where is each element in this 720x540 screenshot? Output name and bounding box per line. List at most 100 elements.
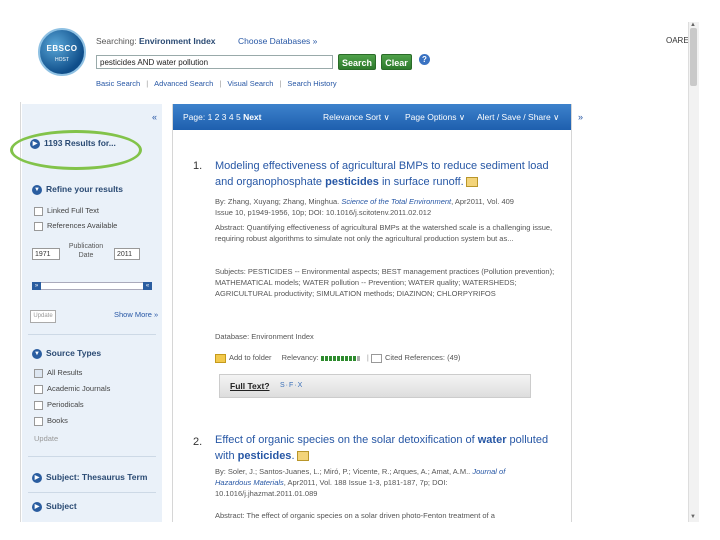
page-label: Page: (183, 112, 206, 122)
expand-arrow-icon: ▶ (32, 501, 42, 512)
slider-end-handle[interactable]: « (143, 282, 152, 290)
checkbox[interactable] (34, 384, 43, 394)
title-highlight: pesticides (237, 450, 292, 462)
scroll-up-arrow-icon[interactable]: ▲ (690, 22, 696, 28)
full-text-link-button[interactable]: Full Text? S·F·X (219, 374, 531, 398)
source-type-books[interactable]: Books (34, 416, 68, 426)
link-separator: | (219, 79, 222, 88)
search-mode-links: Basic Search | Advanced Search | Visual Sear… (96, 79, 343, 88)
thesaurus-term-facet[interactable]: ▶ Subject: Thesaurus Term (32, 472, 147, 483)
result-number: 2. (193, 436, 203, 448)
result-title[interactable]: Modeling effectiveness of agricultural B… (215, 158, 555, 190)
page-options-dropdown[interactable]: Page Options ∨ (405, 112, 465, 123)
publication-date-label: Publication Date (68, 243, 104, 259)
journal-link[interactable]: Science of the Total Environment (341, 197, 451, 206)
limiter-linked-full-text[interactable]: Linked Full Text (34, 206, 99, 216)
checkbox[interactable] (34, 416, 43, 426)
search-button[interactable]: Search (338, 54, 376, 70)
show-more-link[interactable]: Show More » (114, 310, 158, 319)
result-subjects: Subjects: PESTICIDES -- Environmental as… (215, 267, 555, 298)
title-text: with (215, 450, 238, 462)
slider-start-handle[interactable]: » (32, 282, 41, 290)
vertical-scrollbar[interactable]: ▲ ▼ (688, 22, 699, 522)
scroll-down-arrow-icon[interactable]: ▼ (690, 514, 696, 520)
help-icon[interactable]: ? (419, 54, 430, 65)
authors: By: Zhang, Xuyang; Zhang, Minghua. (215, 197, 342, 206)
advanced-search-link[interactable]: Advanced Search (154, 79, 213, 88)
thesaurus-label: Subject: Thesaurus Term (46, 472, 148, 482)
result-citation: By: Zhang, Xuyang; Zhang, Minghua. Scien… (215, 196, 555, 218)
visual-search-link[interactable]: Visual Search (227, 79, 273, 88)
institution-label: OARE (666, 36, 689, 45)
page-numbers[interactable]: 1 2 3 4 5 (208, 112, 241, 122)
journal-link[interactable]: Hazardous Materials (215, 478, 284, 487)
preview-magnifier-icon[interactable] (465, 177, 478, 188)
refine-heading[interactable]: ▼ Refine your results (32, 184, 123, 195)
database-name: Environment Index (139, 36, 216, 46)
header: EBSCO HOST Searching: Environment Index … (20, 20, 689, 102)
checkbox[interactable] (34, 221, 43, 231)
alert-save-share-dropdown[interactable]: Alert / Save / Share ∨ (477, 112, 559, 123)
title-text: Effect of organic species on the solar d… (215, 434, 478, 446)
results-list: Page: 1 2 3 4 5 Next Relevance Sort ∨ Pa… (172, 104, 572, 522)
result-number: 1. (193, 160, 203, 172)
result-actions: Add to folder Relevancy: | Cited Referen… (215, 353, 460, 363)
divider (28, 492, 156, 493)
date-from-input[interactable]: 1971 (32, 248, 60, 260)
date-range-slider[interactable]: » « (32, 282, 152, 290)
logo-subtext: HOST (55, 57, 69, 63)
checkbox-checked[interactable] (34, 368, 43, 378)
cited-references-link[interactable]: Cited References: (49) (385, 353, 460, 362)
journal-link[interactable]: Journal of (472, 467, 505, 476)
searching-prefix: Searching: (96, 36, 137, 46)
source-types-heading[interactable]: ▼ Source Types (32, 348, 101, 359)
choose-databases-link[interactable]: Choose Databases » (238, 36, 317, 46)
add-to-folder-link[interactable]: Add to folder (229, 353, 272, 362)
source-types-label: Source Types (46, 348, 102, 358)
title-text: in surface runoff. (378, 176, 464, 188)
scrollbar-thumb[interactable] (690, 28, 697, 86)
search-input[interactable]: pesticides AND water pollution (96, 55, 333, 69)
collapse-sidebar-button[interactable]: « (152, 112, 157, 122)
browser-page: EBSCO HOST Searching: Environment Index … (0, 0, 720, 540)
refine-heading-label: Refine your results (46, 184, 123, 194)
clear-button[interactable]: Clear (381, 54, 412, 70)
relevancy-label: Relevancy: (281, 353, 319, 362)
limiter-references-available[interactable]: References Available (34, 221, 117, 231)
next-page-link[interactable]: Next (243, 112, 261, 122)
ebsco-logo[interactable]: EBSCO HOST (38, 28, 86, 76)
relevance-sort-dropdown[interactable]: Relevance Sort ∨ (323, 112, 390, 123)
pagination: Page: 1 2 3 4 5 Next (183, 112, 262, 122)
source-type-academic-journals[interactable]: Academic Journals (34, 384, 110, 394)
result-abstract: Abstract: Quantifying effectiveness of a… (215, 223, 553, 243)
result-abstract: Abstract: The effect of organic species … (215, 511, 495, 520)
cited-references-icon (370, 353, 382, 363)
citation-text: , Apr2011, Vol. 188 Issue 1-3, p181-187,… (283, 478, 448, 487)
citation-text: 10.1016/j.jhazmat.2011.01.089 (215, 489, 318, 498)
sfx-logo: S·F·X (280, 382, 304, 389)
checkbox[interactable] (34, 400, 43, 410)
source-type-all-results[interactable]: All Results (34, 368, 82, 378)
link-separator: | (279, 79, 282, 88)
source-type-label: All Results (47, 368, 83, 377)
source-update-button[interactable]: Update (34, 434, 58, 443)
preview-magnifier-icon[interactable] (296, 451, 309, 462)
date-to-input[interactable]: 2011 (114, 248, 140, 260)
update-button[interactable]: Update (30, 310, 56, 323)
relevancy-bar (320, 354, 361, 363)
source-type-label: Periodicals (47, 400, 84, 409)
search-history-link[interactable]: Search History (287, 79, 336, 88)
expand-panel-button[interactable]: » (578, 112, 583, 122)
subject-facet[interactable]: ▶ Subject (32, 501, 77, 512)
divider (28, 334, 156, 335)
result-title[interactable]: Effect of organic species on the solar d… (215, 432, 555, 464)
result-citation: By: Soler, J.; Santos-Juanes, L.; Miró, … (215, 466, 555, 499)
checkbox[interactable] (34, 206, 43, 216)
logo-text: EBSCO (46, 44, 78, 53)
searching-label: Searching: Environment Index (96, 36, 216, 46)
link-separator: | (146, 79, 149, 88)
folder-icon[interactable] (215, 353, 226, 363)
source-type-periodicals[interactable]: Periodicals (34, 400, 84, 410)
authors: By: Soler, J.; Santos-Juanes, L.; Miró, … (215, 467, 473, 476)
basic-search-link[interactable]: Basic Search (96, 79, 140, 88)
